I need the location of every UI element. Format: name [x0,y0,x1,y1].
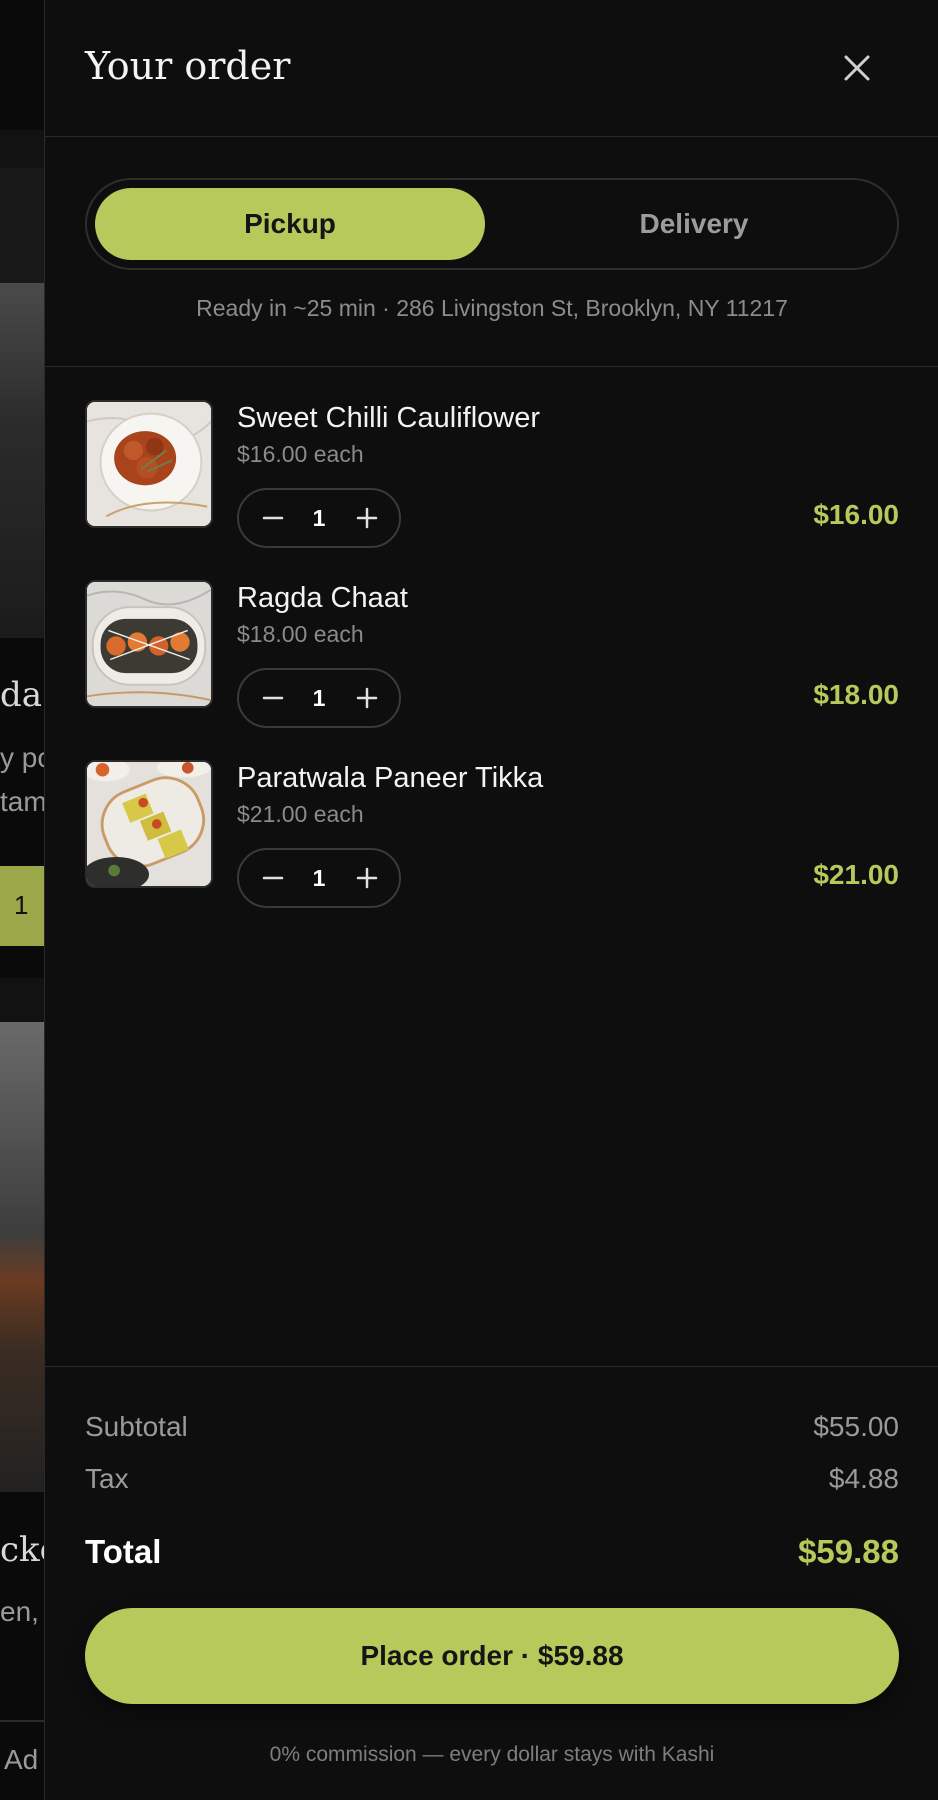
cart-item: Ragda Chaat $18.00 each 1 $18.00 [45,547,938,728]
increase-qty-button[interactable] [347,858,387,898]
close-icon [844,55,870,81]
background-divider [0,1720,44,1722]
total-value: $59.88 [798,1533,899,1570]
background-add-button: Ad [4,1744,39,1775]
background-dish-photo [0,1022,44,1492]
quantity-stepper: 1 [237,848,401,908]
order-drawer: Your order Pickup Delivery Ready in ~25 … [44,0,938,1800]
item-thumbnail [85,580,213,708]
decrease-qty-button[interactable] [253,678,293,718]
subtotal-value: $55.00 [813,1411,899,1442]
commission-note: 0% commission — every dollar stays with … [269,1743,715,1766]
item-unit-price: $16.00 each [237,441,364,467]
subtotal-label: Subtotal [85,1411,188,1442]
item-line-total: $21.00 [813,859,899,890]
minus-icon [262,516,284,520]
fulfillment-toggle: Pickup Delivery [85,178,899,270]
cart-item: Sweet Chilli Cauliflower $16.00 each 1 $… [45,367,938,548]
pickup-option[interactable]: Pickup [95,188,485,260]
background-dish-desc: y po [0,742,44,773]
increase-qty-button[interactable] [347,678,387,718]
quantity-stepper: 1 [237,488,401,548]
fulfillment-section: Pickup Delivery Ready in ~25 min · 286 L… [45,137,938,367]
background-dish-photo [0,283,44,638]
item-quantity: 1 [312,685,326,711]
background-dish-desc: en, [0,1596,39,1627]
decrease-qty-button[interactable] [253,858,293,898]
cart-item: Paratwala Paneer Tikka $21.00 each 1 $21… [45,727,938,908]
total-label: Total [85,1533,162,1570]
background-filter-bar [0,168,44,283]
drawer-title: Your order [85,44,291,88]
drawer-header: Your order [45,0,938,137]
tax-label: Tax [85,1463,129,1494]
dish-photo-icon [87,402,211,526]
increase-qty-button[interactable] [347,498,387,538]
item-line-total: $16.00 [813,499,899,530]
tax-value: $4.88 [828,1463,899,1494]
background-page: da y po tam 1 cke en, Ad [0,0,44,1800]
plus-icon [356,507,378,529]
quantity-stepper: 1 [237,668,401,728]
background-dish-title: da [0,675,43,715]
item-unit-price: $18.00 each [237,621,364,647]
minus-icon [262,876,284,880]
place-order-button[interactable]: Place order · $59.88 [85,1608,899,1704]
delivery-option[interactable]: Delivery [499,188,889,260]
plus-icon [356,867,378,889]
background-dish-desc: tam [0,786,44,817]
dish-photo-icon [87,762,211,886]
decrease-qty-button[interactable] [253,498,293,538]
item-name: Sweet Chilli Cauliflower [237,402,540,434]
plus-icon [356,687,378,709]
item-name: Ragda Chaat [237,582,408,614]
order-summary: Subtotal $55.00 Tax $4.88 Total $59.88 P… [45,1366,938,1800]
item-unit-price: $21.00 each [237,801,364,827]
item-thumbnail [85,760,213,888]
item-thumbnail [85,400,213,528]
item-quantity: 1 [312,865,326,891]
item-quantity: 1 [312,505,326,531]
item-line-total: $18.00 [813,679,899,710]
background-divider [0,978,44,1022]
background-qty-pill: 1 [0,866,44,946]
dish-photo-icon [87,582,211,706]
background-divider [0,130,44,168]
close-button[interactable] [835,46,879,90]
background-dish-title: cke [0,1530,44,1570]
minus-icon [262,696,284,700]
ready-info: Ready in ~25 min · 286 Livingston St, Br… [196,295,788,321]
item-name: Paratwala Paneer Tikka [237,762,544,794]
